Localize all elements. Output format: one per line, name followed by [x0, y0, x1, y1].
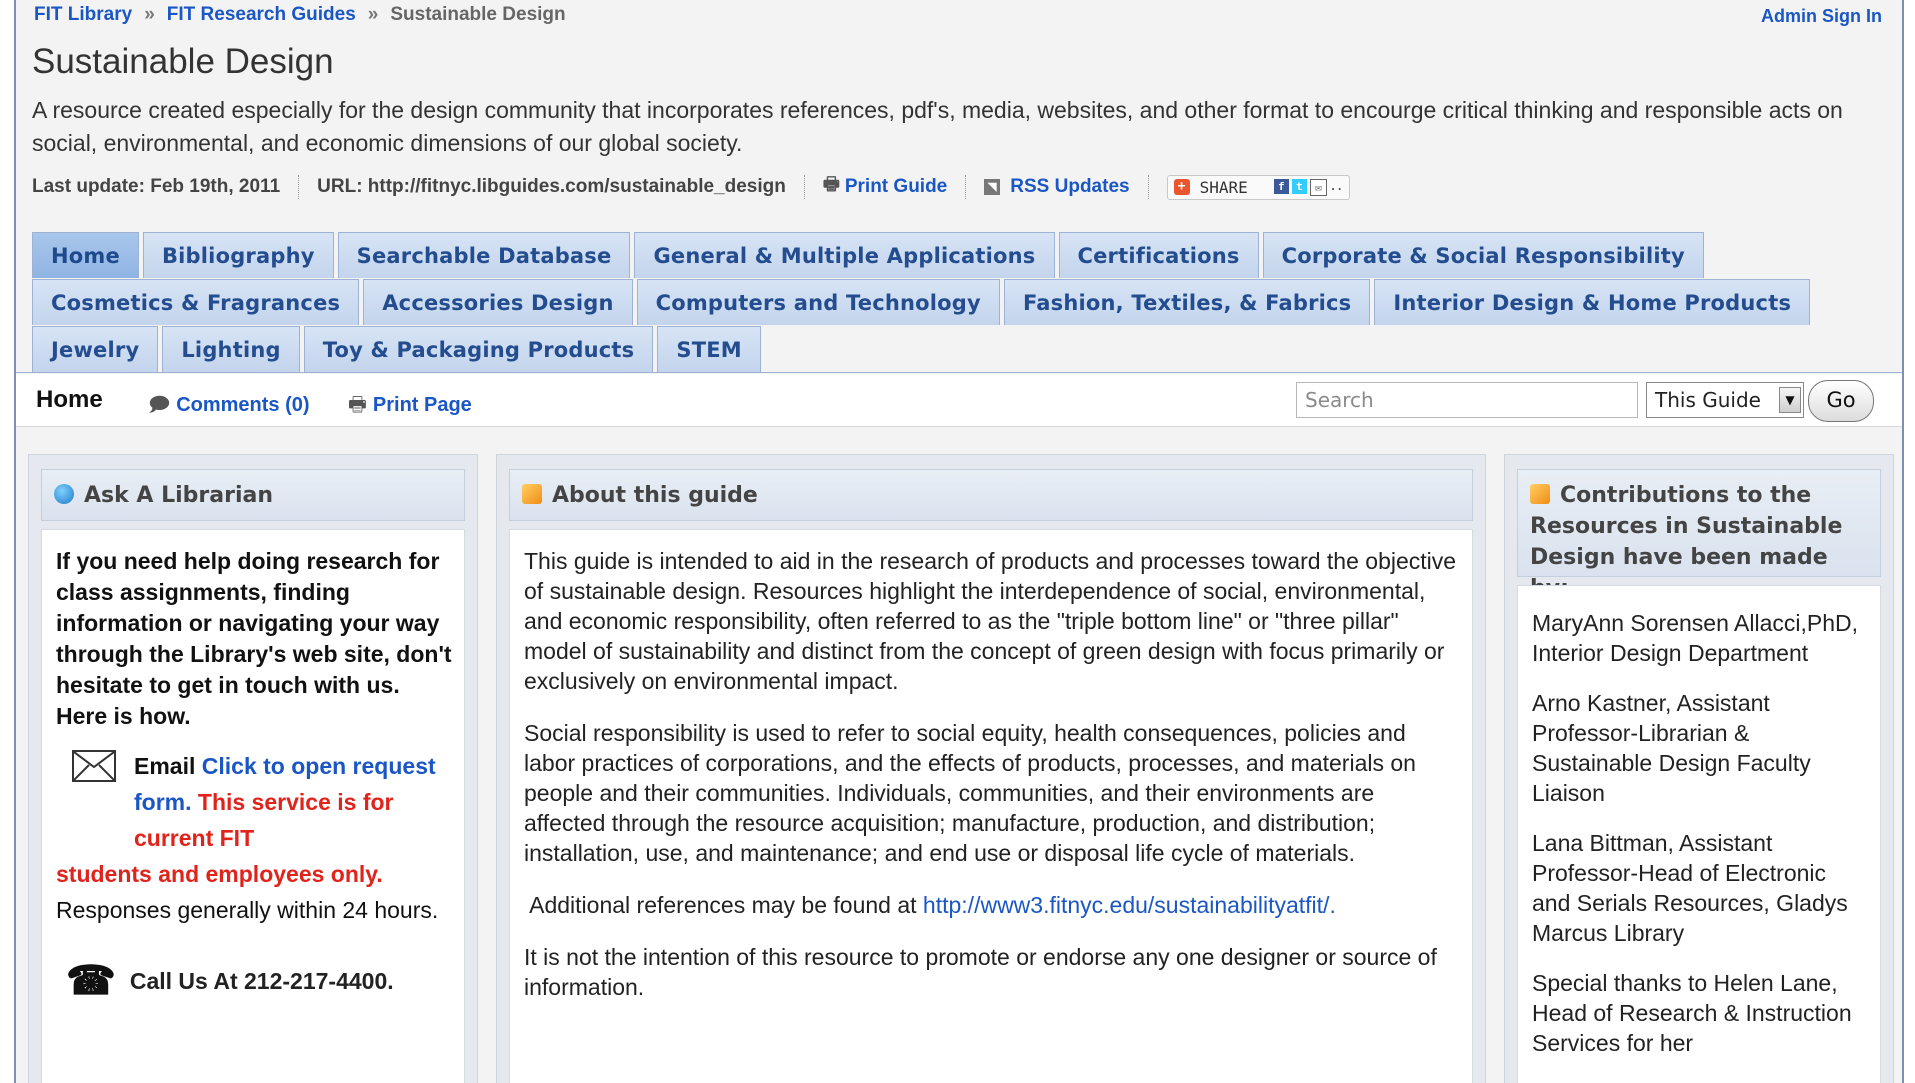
tab-computers-technology[interactable]: Computers and Technology [636, 279, 1000, 325]
contributions-title: Contributions to the Resources in Sustai… [1530, 483, 1843, 601]
box-body: MaryAnn Sorensen Allacci,PhD, Interior D… [1517, 585, 1881, 1083]
rss-feed-icon [1530, 484, 1550, 504]
twitter-icon[interactable]: t [1291, 178, 1307, 194]
guide-tabs: Home Bibliography Searchable Database Ge… [32, 232, 1902, 373]
ask-librarian-title: Ask A Librarian [84, 483, 273, 508]
contributor-item: MaryAnn Sorensen Allacci,PhD, Interior D… [1532, 610, 1858, 666]
contributions-box: Contributions to the Resources in Sustai… [1504, 454, 1894, 1083]
tab-searchable-database[interactable]: Searchable Database [337, 232, 631, 278]
rss-updates-link[interactable]: ◥ RSS Updates [984, 176, 1130, 198]
page-toolbar: Home 🗩 Comments (0) 🖶 Print Page Search Th… [16, 374, 1902, 427]
guide-description: A resource created especially for the de… [32, 97, 1843, 156]
tab-lighting[interactable]: Lighting [162, 326, 300, 372]
print-page-label: Print Page [372, 394, 472, 416]
phone-section: ☎ Call Us At 212-217-4400. [42, 928, 464, 1004]
print-guide-link[interactable]: 🖶 Print Guide [823, 172, 947, 202]
tabs-divider [16, 372, 1902, 373]
tab-accessories-design[interactable]: Accessories Design [363, 279, 633, 325]
contributor-item: Special thanks to Helen Lane, Head of Re… [1532, 970, 1852, 1056]
box-body: If you need help doing research for clas… [41, 529, 465, 1083]
rss-icon: ◥ [984, 179, 1001, 195]
telephone-icon: ☎ [66, 959, 116, 1003]
search-input[interactable]: Search [1296, 382, 1638, 418]
email-icon[interactable]: ✉ [1309, 178, 1327, 196]
about-guide-box: About this guide This guide is intended … [496, 454, 1486, 1083]
guide-url: URL: http://fitnyc.libguides.com/sustain… [317, 176, 786, 197]
response-time-note: Responses generally within 24 hours. [56, 897, 439, 923]
ask-librarian-intro: If you need help doing research for clas… [56, 548, 452, 729]
about-guide-title: About this guide [552, 483, 758, 508]
breadcrumb-current: Sustainable Design [390, 4, 566, 25]
tab-jewelry[interactable]: Jewelry [32, 326, 159, 372]
plus-icon: + [1173, 179, 1190, 195]
guide-meta-bar: Last update: Feb 19th, 2011 URL: http://… [32, 172, 1350, 202]
tab-fashion-textiles-fabrics[interactable]: Fashion, Textiles, & Fabrics [1003, 279, 1371, 325]
email-section: Email Click to open request form. This s… [42, 732, 464, 928]
page-frame: FIT Library » FIT Research Guides » Sustaina… [14, 0, 1904, 1083]
email-label: Email [134, 753, 196, 779]
page-title: Sustainable Design [32, 42, 334, 81]
contributor-item: Lana Bittman, Assistant Professor-Head o… [1532, 830, 1848, 946]
tab-row: Jewelry Lighting Toy & Packaging Product… [32, 326, 1902, 373]
references-text: Additional references may be found at [524, 892, 923, 918]
tab-bibliography[interactable]: Bibliography [142, 232, 334, 278]
rss-updates-label: RSS Updates [1010, 176, 1130, 197]
about-paragraph: This guide is intended to aid in the res… [524, 548, 1457, 694]
facebook-icon[interactable]: f [1273, 178, 1289, 194]
comments-link[interactable]: 🗩 Comments (0) [148, 390, 310, 424]
divider [965, 175, 967, 199]
call-us-text: Call Us At 212-217-4400. [129, 967, 394, 994]
tab-home[interactable]: Home [32, 232, 139, 278]
tab-stem[interactable]: STEM [657, 326, 761, 372]
divider [803, 175, 805, 199]
box-header: About this guide [509, 469, 1473, 521]
print-page-link[interactable]: 🖶 Print Page [348, 390, 472, 424]
box-body: This guide is intended to aid in the res… [509, 529, 1473, 1083]
share-label: SHARE [1199, 177, 1248, 197]
tab-toy-packaging-products[interactable]: Toy & Packaging Products [303, 326, 654, 372]
tab-row: Home Bibliography Searchable Database Ge… [32, 232, 1902, 279]
printer-icon: 🖶 [822, 174, 840, 194]
box-header: Contributions to the Resources in Sustai… [1517, 469, 1881, 601]
about-paragraph-references: Additional references may be found at ht… [524, 890, 1458, 920]
divider [298, 175, 300, 199]
about-paragraph: Social responsibility is used to refer t… [524, 720, 1416, 866]
breadcrumb-research-guides[interactable]: FIT Research Guides [167, 4, 356, 25]
globe-icon [54, 484, 74, 504]
tab-corporate-social-responsibility[interactable]: Corporate & Social Responsibility [1262, 232, 1704, 278]
breadcrumb-fit-library[interactable]: FIT Library [34, 4, 132, 25]
tab-general-multiple-applications[interactable]: General & Multiple Applications [634, 232, 1055, 278]
sustainability-at-fit-link[interactable]: http://www3.fitnyc.edu/sustainabilityatf… [923, 892, 1336, 918]
breadcrumb: FIT Library » FIT Research Guides » Sustaina… [34, 4, 566, 26]
comment-icon: 🗩 [148, 394, 171, 416]
ask-librarian-box: Ask A Librarian If you need help doing r… [28, 454, 478, 1083]
about-paragraph: It is not the intention of this resource… [524, 944, 1437, 1000]
dropdown-arrow-icon: ▼ [1779, 387, 1801, 413]
search-go-button[interactable]: Go [1808, 380, 1874, 422]
breadcrumb-separator: » [144, 4, 155, 25]
current-page-title: Home [36, 386, 103, 413]
tab-row: Cosmetics & Fragrances Accessories Desig… [32, 279, 1902, 326]
divider [1147, 175, 1149, 199]
more-icon[interactable]: .. [1330, 179, 1343, 194]
admin-sign-in-link[interactable]: Admin Sign In [1761, 6, 1882, 27]
breadcrumb-separator: » [367, 4, 379, 25]
print-guide-label: Print Guide [844, 176, 948, 197]
last-update: Last update: Feb 19th, 2011 [32, 176, 281, 197]
email-restriction-note-cont: students and employees only. [56, 861, 383, 887]
tab-interior-design-home-products[interactable]: Interior Design & Home Products [1374, 279, 1811, 325]
search-scope-value: This Guide [1655, 388, 1761, 412]
tab-certifications[interactable]: Certifications [1058, 232, 1259, 278]
search-scope-select[interactable]: This Guide ▼ [1646, 382, 1804, 418]
contributor-item: Arno Kastner, Assistant Professor-Librar… [1532, 690, 1811, 806]
rss-feed-icon [522, 484, 542, 504]
tab-cosmetics-fragrances[interactable]: Cosmetics & Fragrances [32, 279, 360, 325]
share-button[interactable]: + SHARE f t ✉ .. [1166, 174, 1350, 200]
printer-icon: 🖶 [348, 394, 367, 416]
comments-label: Comments (0) [176, 394, 310, 416]
box-header: Ask A Librarian [41, 469, 465, 521]
